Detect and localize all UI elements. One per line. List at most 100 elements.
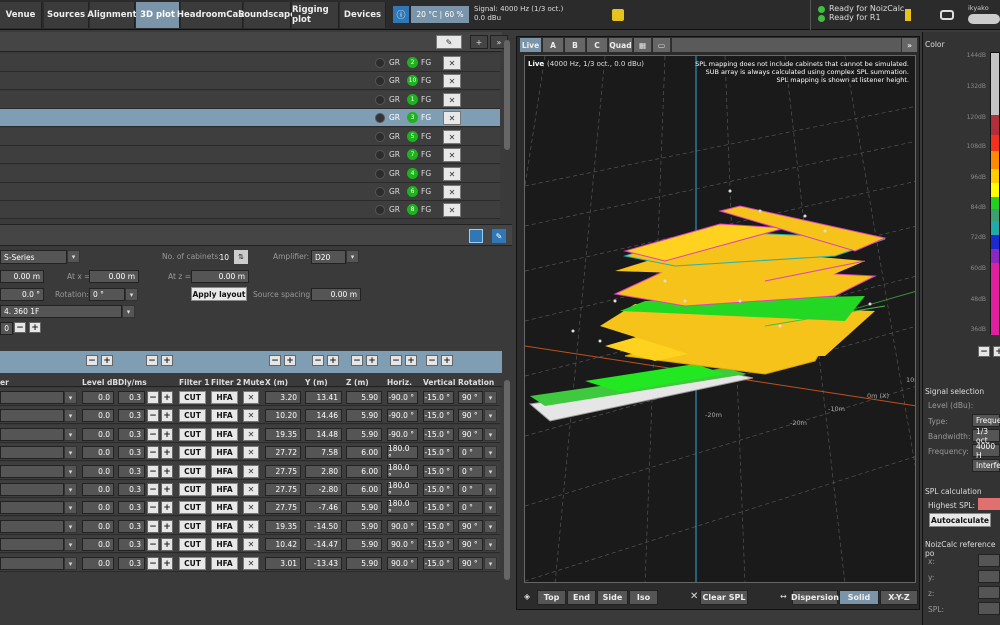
- filter-hfa-button[interactable]: HFA: [211, 538, 238, 551]
- filter-hfa-button[interactable]: HFA: [211, 391, 238, 404]
- filter-cut-button[interactable]: CUT: [179, 483, 206, 496]
- delay-field[interactable]: 0.3: [118, 446, 145, 459]
- toggle-icon[interactable]: [375, 58, 385, 68]
- plus-icon[interactable]: +: [405, 355, 417, 366]
- horiz-field[interactable]: 180.0 °: [387, 463, 418, 481]
- atz-field[interactable]: 0.00 m: [191, 270, 249, 283]
- z-field[interactable]: 5.90: [346, 428, 382, 441]
- filter-cut-button[interactable]: CUT: [179, 520, 206, 533]
- type-select[interactable]: [0, 428, 64, 441]
- view-tab-quad[interactable]: Quad: [609, 38, 633, 52]
- small-field[interactable]: 0: [0, 322, 13, 335]
- edit-icon[interactable]: ✎: [492, 229, 506, 243]
- y-field[interactable]: 13.41: [305, 391, 342, 404]
- delay-field[interactable]: 0.3: [118, 557, 145, 570]
- filter-hfa-button[interactable]: HFA: [211, 483, 238, 496]
- horiz-field[interactable]: 90.0 °: [387, 520, 418, 533]
- view-tab-c[interactable]: C: [587, 38, 608, 52]
- mute-icon[interactable]: ✕: [443, 93, 461, 107]
- solid-button[interactable]: Solid: [839, 590, 879, 605]
- filter-hfa-button[interactable]: HFA: [211, 501, 238, 514]
- chevron-down-icon[interactable]: ▾: [67, 250, 80, 263]
- mute-icon[interactable]: ✕: [243, 520, 259, 533]
- mute-icon[interactable]: ✕: [243, 428, 259, 441]
- info-icon[interactable]: ⓘ: [393, 6, 409, 23]
- clear-spl-button[interactable]: Clear SPL: [700, 590, 748, 605]
- level-field[interactable]: 0.0: [82, 520, 114, 533]
- type-select[interactable]: [0, 465, 64, 478]
- add-icon[interactable]: +: [470, 35, 488, 49]
- rotation-select[interactable]: 0 °: [458, 483, 483, 496]
- z-field[interactable]: 5.90: [346, 409, 382, 422]
- angle-field[interactable]: 0.0 °: [0, 288, 44, 301]
- delay-field[interactable]: 0.3: [118, 483, 145, 496]
- horiz-field[interactable]: -90.0 °: [387, 428, 418, 441]
- chevron-down-icon[interactable]: ▾: [484, 446, 497, 459]
- noiz-x-field[interactable]: [978, 554, 1000, 567]
- plus-icon[interactable]: +: [161, 355, 173, 366]
- delay-field[interactable]: 0.3: [118, 465, 145, 478]
- filter-cut-button[interactable]: CUT: [179, 557, 206, 570]
- chevron-down-icon[interactable]: ▾: [484, 501, 497, 514]
- level-field[interactable]: 0.0: [82, 538, 114, 551]
- chevron-down-icon[interactable]: ▾: [64, 483, 77, 496]
- plus-icon[interactable]: +: [29, 322, 41, 333]
- spacing-field[interactable]: 0.00 m: [311, 288, 361, 301]
- type-select[interactable]: [0, 391, 64, 404]
- minus-icon[interactable]: −: [147, 409, 159, 422]
- vertical-field[interactable]: -15.0 °: [423, 538, 454, 551]
- chevron-down-icon[interactable]: ▾: [64, 501, 77, 514]
- mute-icon[interactable]: ✕: [443, 130, 461, 144]
- level-field[interactable]: 0.0: [82, 501, 114, 514]
- horiz-field[interactable]: 90.0 °: [387, 557, 418, 570]
- rotation-select[interactable]: 90 °: [458, 520, 483, 533]
- filter-hfa-button[interactable]: HFA: [211, 520, 238, 533]
- source-row[interactable]: GR 10 FG ✕: [0, 72, 500, 90]
- x-field[interactable]: 10.20: [265, 409, 301, 422]
- view-side-button[interactable]: Side: [597, 590, 628, 605]
- minus-icon[interactable]: −: [147, 557, 159, 570]
- filter-cut-button[interactable]: CUT: [179, 446, 206, 459]
- source-row[interactable]: GR 4 FG ✕: [0, 165, 500, 183]
- toggle-icon[interactable]: [375, 76, 385, 86]
- eye-icon[interactable]: ◈: [524, 592, 534, 602]
- apply-layout-button[interactable]: Apply layout: [191, 287, 247, 301]
- horiz-field[interactable]: 180.0 °: [387, 481, 418, 499]
- filter-cut-button[interactable]: CUT: [179, 465, 206, 478]
- minus-icon[interactable]: −: [978, 346, 990, 357]
- y-field[interactable]: 14.48: [305, 428, 342, 441]
- tab-sources[interactable]: Sources: [44, 2, 89, 28]
- type-select[interactable]: [0, 446, 64, 459]
- scrollbar[interactable]: [504, 40, 510, 150]
- mute-icon[interactable]: ✕: [443, 167, 461, 181]
- stepper-icon[interactable]: ⇅: [234, 250, 248, 264]
- autocalculate-button[interactable]: Autocalculate: [929, 513, 991, 527]
- folder-icon[interactable]: ▭: [653, 38, 671, 52]
- filter-cut-button[interactable]: CUT: [179, 428, 206, 441]
- source-row[interactable]: GR 6 FG ✕: [0, 183, 500, 201]
- plus-icon[interactable]: +: [284, 355, 296, 366]
- noiz-y-field[interactable]: [978, 570, 1000, 583]
- source-row-selected[interactable]: GR 3 FG ✕: [0, 109, 500, 127]
- mute-icon[interactable]: ✕: [443, 56, 461, 70]
- mute-icon[interactable]: ✕: [443, 203, 461, 217]
- rotation-select[interactable]: 0 °: [458, 446, 483, 459]
- vr-icon[interactable]: [940, 10, 954, 20]
- view-tab-a[interactable]: A: [543, 38, 564, 52]
- minus-icon[interactable]: −: [269, 355, 281, 366]
- type-select[interactable]: Freque: [972, 414, 1000, 427]
- chevron-down-icon[interactable]: ▾: [125, 288, 138, 301]
- type-select[interactable]: [0, 501, 64, 514]
- rotation-select[interactable]: 0 °: [458, 501, 483, 514]
- z-field[interactable]: 6.00: [346, 446, 382, 459]
- minus-icon[interactable]: −: [147, 501, 159, 514]
- y-field[interactable]: 2.80: [305, 465, 342, 478]
- level-field[interactable]: 0.0: [82, 483, 114, 496]
- x-field[interactable]: 27.72: [265, 446, 301, 459]
- rotation-select[interactable]: 90 °: [458, 391, 483, 404]
- tab-headroomcalc[interactable]: HeadroomCalc: [177, 2, 246, 28]
- vertical-field[interactable]: -15.0 °: [423, 409, 454, 422]
- minus-icon[interactable]: −: [147, 428, 159, 441]
- plus-icon[interactable]: +: [441, 355, 453, 366]
- vertical-field[interactable]: -15.0 °: [423, 483, 454, 496]
